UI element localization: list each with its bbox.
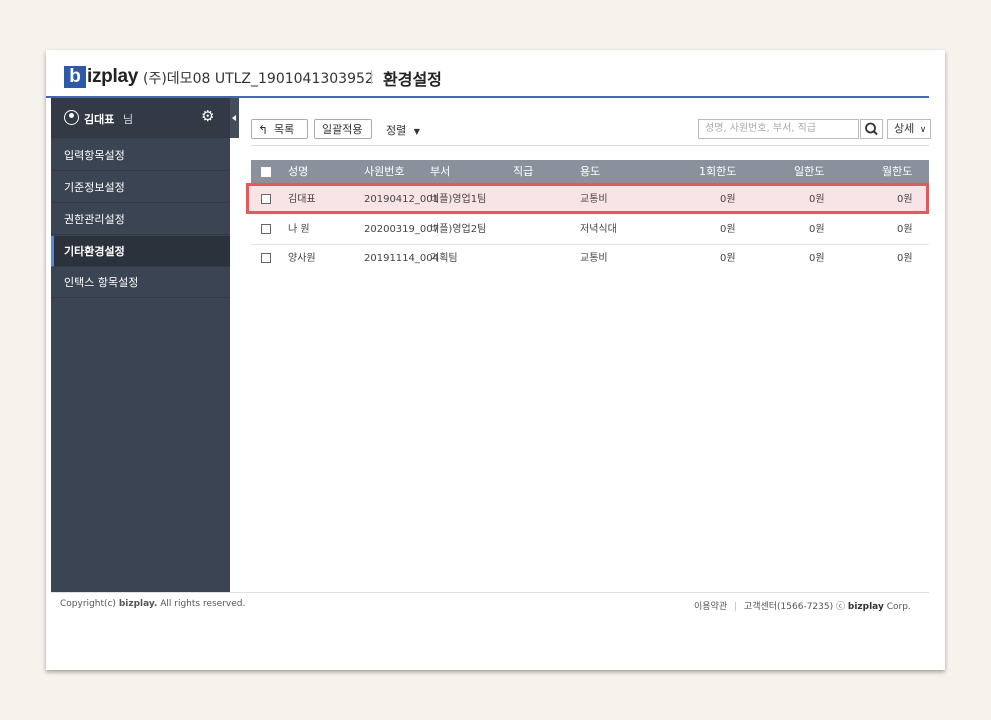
row-checkbox[interactable] — [261, 253, 271, 263]
back-arrow-icon: ↰ — [258, 123, 269, 137]
row-checkbox[interactable] — [261, 224, 271, 234]
user-icon — [64, 110, 79, 125]
toolbar-divider — [251, 145, 929, 146]
footer-divider — [51, 592, 929, 593]
copyright: Copyright(c) bizplay. All rights reserve… — [60, 599, 245, 609]
chevron-down-icon: ∨ — [919, 125, 927, 135]
cell-name: 김대표 — [288, 194, 316, 205]
user-suffix: 님 — [123, 113, 134, 126]
corp-suffix: Corp. — [883, 602, 911, 612]
app-window: b izplay (주)데모08 UTLZ_1901041303952 환경설정… — [46, 50, 945, 670]
list-button-label: 목록 — [274, 123, 295, 136]
sort-label: 정렬 — [386, 124, 407, 137]
user-name: 김대표 — [84, 113, 115, 126]
user-bar: 김대표 님 ⚙ — [51, 98, 230, 138]
bulk-apply-button[interactable]: 일괄적용 — [314, 119, 372, 139]
table-row[interactable]: 나 원 20200319_007 비플)영업2팀 저녁식대 0원 0원 0원 — [251, 215, 929, 245]
header-rank[interactable]: 직급 — [513, 160, 533, 183]
sidebar-item-input-fields[interactable]: 입력항목설정 — [51, 140, 230, 171]
cell-monthly-limit: 0원 — [897, 253, 913, 264]
copyright-suffix: All rights reserved. — [157, 599, 246, 609]
cell-usage: 교통비 — [580, 194, 608, 205]
support-link[interactable]: 고객센터(1566-7235) — [744, 602, 833, 612]
terms-link[interactable]: 이용약관 — [694, 602, 727, 612]
copyright-prefix: Copyright(c) — [60, 599, 119, 609]
cell-daily-limit: 0원 — [809, 224, 825, 235]
cell-dept: 비플)영업2팀 — [430, 224, 487, 235]
cell-dept: 비플)영업1팀 — [430, 194, 487, 205]
sidebar: 김대표 님 ⚙ 입력항목설정 기준정보설정 권한관리설정 기타환경설정 인택스 … — [51, 98, 230, 592]
header-divider — [371, 70, 372, 84]
search-input[interactable]: 성명, 사원번호, 부서, 직급 — [698, 119, 859, 139]
select-all-checkbox[interactable] — [261, 167, 271, 177]
cell-daily-limit: 0원 — [809, 253, 825, 264]
logo-text: izplay — [87, 66, 138, 87]
bizplay-logo[interactable]: b izplay — [64, 66, 138, 88]
cell-monthly-limit: 0원 — [897, 194, 913, 205]
footer-link-divider: | — [734, 602, 738, 612]
corp-brand: bizplay — [847, 602, 884, 612]
header-daily-limit[interactable]: 일한도 — [794, 160, 824, 183]
cell-dept: 기획팀 — [430, 253, 458, 264]
table-header: 성명 사원번호 부서 직급 용도 1회한도 일한도 월한도 — [251, 160, 929, 183]
header-monthly-limit[interactable]: 월한도 — [882, 160, 912, 183]
gear-icon[interactable]: ⚙ — [201, 108, 214, 124]
cell-usage: 교통비 — [580, 253, 608, 264]
corp-prefix: ⓒ — [836, 602, 848, 612]
table-row[interactable]: 양사원 20191114_004 기획팀 교통비 0원 0원 0원 — [251, 244, 929, 273]
footer-links: 이용약관 | 고객센터(1566-7235) ⓒ bizplay Corp. — [694, 599, 911, 612]
cell-emp-no: 20191114_004 — [364, 253, 439, 264]
header-usage[interactable]: 용도 — [580, 160, 600, 183]
copyright-brand: bizplay. — [118, 599, 158, 609]
cell-name: 나 원 — [288, 224, 310, 235]
header: b izplay (주)데모08 UTLZ_1901041303952 환경설정 — [46, 50, 929, 98]
sidebar-item-other-settings[interactable]: 기타환경설정 — [51, 236, 230, 267]
detail-label: 상세 — [894, 122, 915, 135]
sidebar-item-base-info[interactable]: 기준정보설정 — [51, 172, 230, 203]
row-checkbox[interactable] — [261, 194, 271, 204]
search-icon — [865, 122, 878, 136]
search-button[interactable] — [860, 119, 883, 139]
cell-usage: 저녁식대 — [580, 224, 617, 235]
header-name[interactable]: 성명 — [288, 160, 308, 183]
sidebar-item-permissions[interactable]: 권한관리설정 — [51, 204, 230, 235]
company-name: (주)데모08 UTLZ_1901041303952 — [143, 71, 374, 87]
sidebar-item-index-fields[interactable]: 인택스 항목설정 — [51, 267, 230, 298]
header-dept[interactable]: 부서 — [430, 160, 450, 183]
header-once-limit[interactable]: 1회한도 — [699, 160, 736, 183]
header-emp-no[interactable]: 사원번호 — [364, 160, 404, 183]
cell-once-limit: 0원 — [720, 194, 736, 205]
cell-monthly-limit: 0원 — [897, 224, 913, 235]
cell-daily-limit: 0원 — [809, 194, 825, 205]
caret-down-icon: ▼ — [413, 127, 420, 136]
cell-once-limit: 0원 — [720, 253, 736, 264]
sidebar-collapse-button[interactable] — [230, 98, 239, 138]
list-button[interactable]: ↰ 목록 — [251, 119, 308, 139]
cell-name: 양사원 — [288, 253, 316, 264]
cell-emp-no: 20200319_007 — [364, 224, 439, 235]
table-row[interactable]: 김대표 20190412_001 비플)영업1팀 교통비 0원 0원 0원 — [251, 185, 929, 214]
logo-mark: b — [64, 66, 86, 88]
page-title: 환경설정 — [383, 70, 442, 89]
sort-dropdown[interactable]: 정렬 ▼ — [386, 122, 420, 138]
cell-once-limit: 0원 — [720, 224, 736, 235]
detail-dropdown[interactable]: 상세 ∨ — [887, 119, 931, 139]
cell-emp-no: 20190412_001 — [364, 194, 439, 205]
